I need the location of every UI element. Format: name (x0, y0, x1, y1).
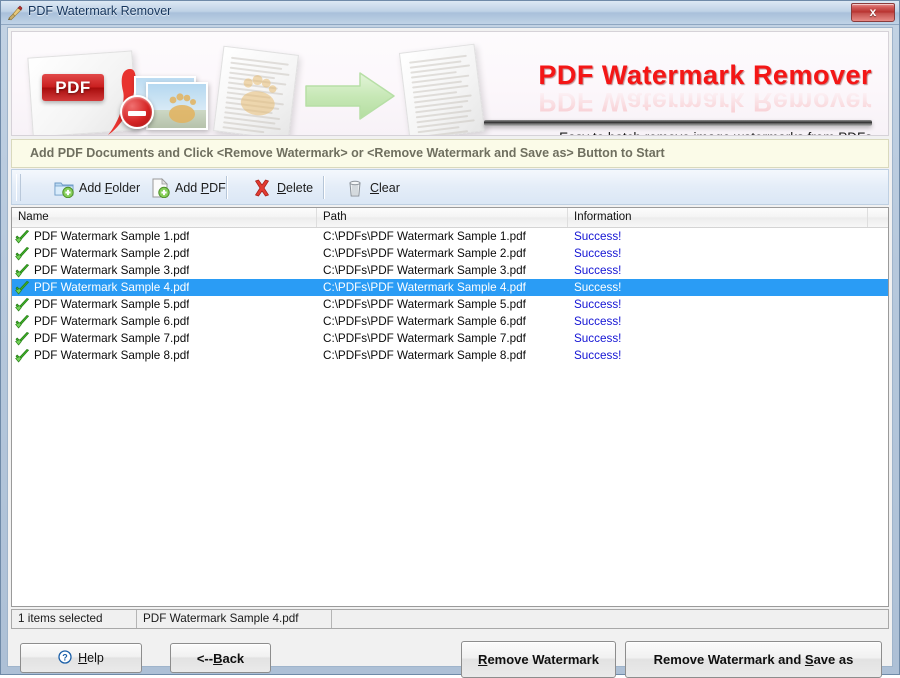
table-row[interactable]: PDF Watermark Sample 2.pdf C:\PDFs\PDF Wa… (12, 245, 888, 262)
add-folder-icon (54, 178, 74, 198)
table-row[interactable]: PDF Watermark Sample 6.pdf C:\PDFs\PDF Wa… (12, 313, 888, 330)
status-extra (332, 610, 888, 628)
cell-information: Success! (574, 264, 622, 277)
banner-photo-thumb-front (146, 82, 208, 130)
cell-path: C:\PDFs\PDF Watermark Sample 1.pdf (323, 230, 526, 243)
cell-path: C:\PDFs\PDF Watermark Sample 3.pdf (323, 264, 526, 277)
table-row[interactable]: PDF Watermark Sample 4.pdf C:\PDFs\PDF Wa… (12, 279, 888, 296)
clear-label: Clear (370, 180, 400, 195)
list-column-header: Name Path Information (12, 208, 888, 228)
table-row[interactable]: PDF Watermark Sample 1.pdf C:\PDFs\PDF Wa… (12, 228, 888, 245)
green-check-icon (15, 230, 30, 244)
delete-button[interactable]: Delete (244, 173, 321, 202)
clear-icon (345, 178, 365, 198)
remove-watermark-button[interactable]: Remove Watermark (461, 641, 616, 678)
clear-button[interactable]: Clear (337, 173, 408, 202)
banner-watermarked-document (213, 45, 299, 135)
cell-name: PDF Watermark Sample 7.pdf (34, 332, 190, 345)
file-list[interactable]: Name Path Information PDF Watermark Samp… (11, 207, 889, 607)
list-body: PDF Watermark Sample 1.pdf C:\PDFs\PDF Wa… (12, 228, 888, 607)
column-header-path[interactable]: Path (317, 208, 568, 227)
brand-title: PDF Watermark Remover (538, 60, 872, 90)
brush-icon (7, 5, 23, 21)
green-check-icon (15, 315, 30, 329)
delete-label: Delete (277, 180, 314, 195)
back-button[interactable]: <--Back (170, 643, 271, 673)
green-check-icon (15, 298, 30, 312)
client-area: PDF PDF Watermark Remover PDF Watermark … (7, 27, 893, 678)
green-check-icon (15, 332, 30, 346)
remove-prohibition-icon (120, 95, 154, 129)
cell-path: C:\PDFs\PDF Watermark Sample 5.pdf (323, 298, 526, 311)
close-icon: x (869, 5, 877, 19)
instruction-text: Add PDF Documents and Click <Remove Wate… (30, 146, 665, 160)
cell-path: C:\PDFs\PDF Watermark Sample 8.pdf (323, 349, 526, 362)
cell-name: PDF Watermark Sample 1.pdf (34, 230, 190, 243)
cell-name: PDF Watermark Sample 6.pdf (34, 315, 190, 328)
status-bar: 1 items selected PDF Watermark Sample 4.… (11, 609, 889, 629)
cell-information: Success! (574, 281, 622, 294)
add-pdf-icon (150, 177, 170, 198)
column-header-information[interactable]: Information (568, 208, 868, 227)
add-folder-button[interactable]: Add Folder (46, 173, 148, 202)
green-check-icon (15, 264, 30, 278)
pdf-logo-badge: PDF (42, 74, 104, 101)
remove-watermark-save-as-button[interactable]: Remove Watermark and Save as (625, 641, 882, 678)
cell-name: PDF Watermark Sample 3.pdf (34, 264, 190, 277)
help-label: Help (78, 651, 104, 665)
column-header-name[interactable]: Name (12, 208, 317, 227)
help-button[interactable]: ? Help (20, 643, 142, 673)
status-selection-count: 1 items selected (12, 610, 137, 628)
cell-information: Success! (574, 298, 622, 311)
cell-name: PDF Watermark Sample 8.pdf (34, 349, 190, 362)
cell-information: Success! (574, 315, 622, 328)
instruction-bar: Add PDF Documents and Click <Remove Wate… (11, 139, 889, 168)
title-bar[interactable]: PDF Watermark Remover x (1, 1, 899, 25)
delete-icon (252, 178, 272, 198)
table-row[interactable]: PDF Watermark Sample 7.pdf C:\PDFs\PDF Wa… (12, 330, 888, 347)
svg-text:?: ? (62, 652, 68, 662)
back-label: <--Back (196, 650, 245, 666)
cell-path: C:\PDFs\PDF Watermark Sample 2.pdf (323, 247, 526, 260)
application-window: PDF Watermark Remover x PDF PDF Watermar… (0, 0, 900, 678)
toolbar-grip[interactable] (16, 174, 21, 201)
table-row[interactable]: PDF Watermark Sample 8.pdf C:\PDFs\PDF Wa… (12, 347, 888, 364)
status-selected-file: PDF Watermark Sample 4.pdf (137, 610, 332, 628)
cell-name: PDF Watermark Sample 5.pdf (34, 298, 190, 311)
brand-divider (484, 120, 872, 126)
remove-watermark-save-as-label: Remove Watermark and Save as (653, 652, 854, 667)
add-folder-label: Add Folder (79, 180, 141, 195)
help-icon: ? (58, 649, 72, 667)
cell-information: Success! (574, 332, 622, 345)
table-row[interactable]: PDF Watermark Sample 3.pdf C:\PDFs\PDF Wa… (12, 262, 888, 279)
cell-information: Success! (574, 230, 622, 243)
green-check-icon (15, 281, 30, 295)
add-pdf-button[interactable]: Add PDF (142, 173, 234, 202)
remove-watermark-label: Remove Watermark (478, 652, 599, 667)
add-pdf-label: Add PDF (175, 180, 226, 195)
cell-information: Success! (574, 349, 622, 362)
cell-path: C:\PDFs\PDF Watermark Sample 4.pdf (323, 281, 526, 294)
toolbar: Add Folder Add PDF Delete Clear (11, 169, 889, 205)
cell-path: C:\PDFs\PDF Watermark Sample 6.pdf (323, 315, 526, 328)
toolbar-separator (323, 176, 325, 199)
window-title: PDF Watermark Remover (28, 4, 172, 18)
banner-clean-document (398, 43, 486, 135)
cell-path: C:\PDFs\PDF Watermark Sample 7.pdf (323, 332, 526, 345)
header-banner: PDF PDF Watermark Remover PDF Watermark … (11, 31, 889, 136)
process-arrow-icon (304, 70, 396, 122)
cell-information: Success! (574, 247, 622, 260)
brand-tagline: Easy to batch remove image watermarks fr… (559, 130, 872, 135)
green-check-icon (15, 247, 30, 261)
pdf-logo-text: PDF (55, 78, 91, 97)
cell-name: PDF Watermark Sample 2.pdf (34, 247, 190, 260)
green-check-icon (15, 349, 30, 363)
close-button[interactable]: x (851, 3, 895, 22)
table-row[interactable]: PDF Watermark Sample 5.pdf C:\PDFs\PDF Wa… (12, 296, 888, 313)
cell-name: PDF Watermark Sample 4.pdf (34, 281, 190, 294)
